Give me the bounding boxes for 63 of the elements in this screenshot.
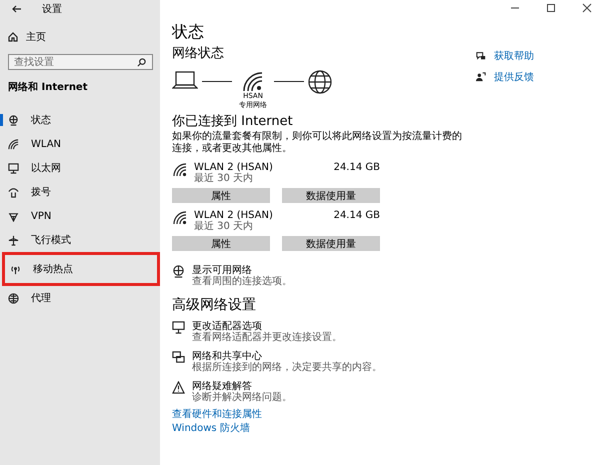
- globe-monitor-icon: [172, 265, 185, 278]
- wifi-signal-icon: [172, 210, 188, 226]
- wifi-signal-icon: [172, 162, 188, 178]
- settings-link[interactable]: Windows 防火墙: [172, 422, 462, 436]
- connection-button[interactable]: 数据使用量: [282, 236, 380, 251]
- connection-status: 你已连接到 Internet: [172, 114, 294, 130]
- close-icon[interactable]: [582, 3, 592, 13]
- setting-subtitle: 根据所连接到的网络，决定要共享的内容。: [192, 362, 382, 373]
- section-heading: 网络和 Internet: [7, 80, 88, 94]
- devices-icon: [172, 351, 185, 364]
- connection-button[interactable]: 属性: [172, 236, 270, 251]
- globe-icon: [308, 70, 332, 94]
- monitor-icon: [172, 321, 185, 334]
- connection-button[interactable]: 属性: [172, 188, 270, 203]
- globe-icon: [8, 292, 19, 304]
- section-heading: 网络状态: [172, 46, 225, 62]
- nav-item[interactable]: 移动热点: [2, 252, 160, 286]
- setting-subtitle: 查看网络适配器并更改连接设置。: [192, 332, 342, 343]
- setting-title[interactable]: 网络和共享中心: [192, 351, 382, 362]
- help-chat-icon: [476, 51, 486, 61]
- hotspot-icon: [10, 264, 21, 274]
- home-label: 主页: [26, 30, 46, 44]
- wifi-icon: [8, 138, 19, 150]
- phone-icon: [8, 186, 19, 198]
- ethernet-monitor-icon: [8, 162, 19, 174]
- globe-monitor-icon: [8, 114, 19, 126]
- data-usage: 24.14 GB: [334, 162, 380, 173]
- home-nav-item[interactable]: 主页: [0, 18, 160, 46]
- wifi-signal-icon: [241, 70, 265, 92]
- setting-title[interactable]: 显示可用网络: [192, 265, 292, 276]
- connection-name: WLAN 2 (HSAN): [194, 162, 274, 173]
- usage-period: 最近 30 天内: [194, 221, 254, 232]
- search-field[interactable]: 查找设置: [8, 54, 153, 70]
- help-link[interactable]: 获取帮助: [494, 49, 534, 63]
- nav-item[interactable]: 代理: [0, 286, 160, 310]
- connection-button[interactable]: 数据使用量: [282, 188, 380, 203]
- maximize-icon[interactable]: [546, 3, 556, 13]
- nav-item[interactable]: 以太网: [0, 156, 160, 180]
- section-heading: 高级网络设置: [172, 297, 257, 313]
- home-icon: [8, 32, 18, 42]
- setting-title[interactable]: 网络疑难解答: [192, 381, 292, 392]
- nav-item[interactable]: 拨号: [0, 180, 160, 204]
- setting-title[interactable]: 更改适配器选项: [192, 321, 342, 332]
- warning-icon: [172, 381, 185, 394]
- nav-item[interactable]: 状态: [0, 108, 160, 132]
- help-link[interactable]: 提供反馈: [494, 70, 534, 84]
- laptop-icon: [172, 70, 198, 90]
- settings-link[interactable]: 查看硬件和连接属性: [172, 408, 462, 422]
- page-title: 状态: [172, 22, 205, 42]
- search-icon[interactable]: [137, 58, 146, 66]
- setting-subtitle: 诊断并解决网络问题。: [192, 392, 292, 403]
- data-usage: 24.14 GB: [334, 210, 380, 221]
- nav-item[interactable]: WLAN: [0, 132, 160, 156]
- nav-item[interactable]: 飞行模式: [0, 228, 160, 252]
- back-arrow-icon[interactable]: [12, 4, 22, 14]
- airplane-icon: [8, 234, 19, 246]
- status-description: 如果你的流量套餐有限制，则你可以将此网络设置为按流量计费的连接，或者更改其他属性。: [172, 131, 462, 155]
- nav-item[interactable]: VPN: [0, 204, 160, 228]
- person-feedback-icon: [476, 72, 486, 82]
- window-title: 设置: [42, 2, 62, 16]
- setting-subtitle: 查看周围的连接选项。: [192, 276, 292, 287]
- connection-name: WLAN 2 (HSAN): [194, 210, 274, 221]
- usage-period: 最近 30 天内: [194, 173, 254, 184]
